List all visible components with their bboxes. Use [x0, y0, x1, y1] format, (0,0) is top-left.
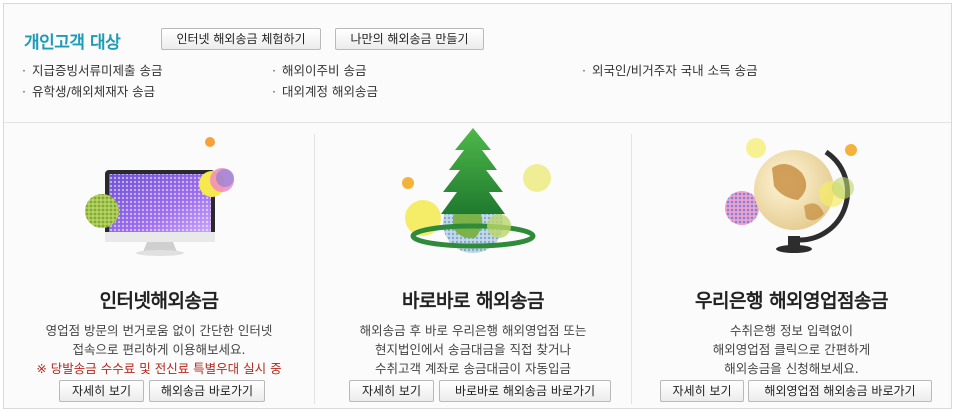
panel-description: 수취은행 정보 입력없이 해외영업점 클릭으로 간편하게 해외송금을 신청해보세…	[632, 321, 951, 378]
internet-detail-button[interactable]: 자세히 보기	[59, 380, 144, 402]
experience-button[interactable]: 인터넷 해외송금 체험하기	[161, 28, 321, 50]
branch-detail-button[interactable]: 자세히 보기	[660, 380, 744, 402]
promotion-note: ※ 당발송금 수수료 및 전신료 특별우대 실시 중	[36, 361, 282, 376]
globe-tree-illustration	[402, 128, 551, 253]
description-line: 영업점 방문의 번거로움 없이 간단한 인터넷	[45, 323, 273, 338]
remittance-frame: 개인고객 대상 인터넷 해외송금 체험하기 나만의 해외송금 만들기 지급증빙서…	[3, 3, 952, 409]
panel-quick-remittance: 바로바로 해외송금 해외송금 후 바로 우리은행 해외영업점 또는 현지법인에서…	[315, 122, 631, 408]
create-my-remittance-button[interactable]: 나만의 해외송금 만들기	[335, 28, 484, 50]
panel-description: 영업점 방문의 번거로움 없이 간단한 인터넷 접속으로 편리하게 이용해보세요…	[4, 321, 314, 378]
branch-go-button[interactable]: 해외영업점 해외송금 바로가기	[748, 380, 932, 402]
section-title: 개인고객 대상	[24, 33, 121, 53]
panel-internet-remittance: 인터넷해외송금 영업점 방문의 번거로움 없이 간단한 인터넷 접속으로 편리하…	[4, 122, 314, 408]
list-item[interactable]: 지급증빙서류미제출 송금	[22, 60, 162, 79]
list-item[interactable]: 해외이주비 송금	[272, 60, 366, 79]
list-item[interactable]: 대외계정 해외송금	[272, 81, 378, 100]
globe-stand-illustration	[724, 138, 857, 253]
description-line: 해외영업점 클릭으로 간편하게	[712, 342, 871, 357]
list-item[interactable]: 외국인/비거주자 국내 소득 송금	[582, 60, 758, 79]
description-line: 현지법인에서 송금대금을 직접 찾거나	[375, 342, 571, 357]
panel-title: 우리은행 해외영업점송금	[695, 290, 888, 312]
description-line: 수취고객 계좌로 송금대금이 자동입금	[375, 361, 571, 376]
description-line: 접속으로 편리하게 이용해보세요.	[72, 342, 246, 357]
description-line: 해외송금 후 바로 우리은행 해외영업점 또는	[359, 323, 587, 338]
panel-description: 해외송금 후 바로 우리은행 해외영업점 또는 현지법인에서 송금대금을 직접 …	[315, 321, 631, 378]
panel-title: 바로바로 해외송금	[402, 290, 544, 312]
personal-customer-section: 개인고객 대상 인터넷 해외송금 체험하기 나만의 해외송금 만들기 지급증빙서…	[4, 4, 951, 123]
internet-go-button[interactable]: 해외송금 바로가기	[149, 380, 265, 402]
panel-overseas-branch-remittance: 우리은행 해외영업점송금 수취은행 정보 입력없이 해외영업점 클릭으로 간편하…	[632, 122, 951, 408]
description-line: 해외송금을 신청해보세요.	[724, 361, 859, 376]
panel-title: 인터넷해외송금	[99, 290, 219, 312]
quick-detail-button[interactable]: 자세히 보기	[349, 380, 434, 402]
quick-go-button[interactable]: 바로바로 해외송금 바로가기	[439, 380, 611, 402]
monitor-illustration	[85, 137, 234, 256]
description-line: 수취은행 정보 입력없이	[730, 323, 853, 338]
list-item[interactable]: 유학생/해외체재자 송금	[22, 81, 155, 100]
